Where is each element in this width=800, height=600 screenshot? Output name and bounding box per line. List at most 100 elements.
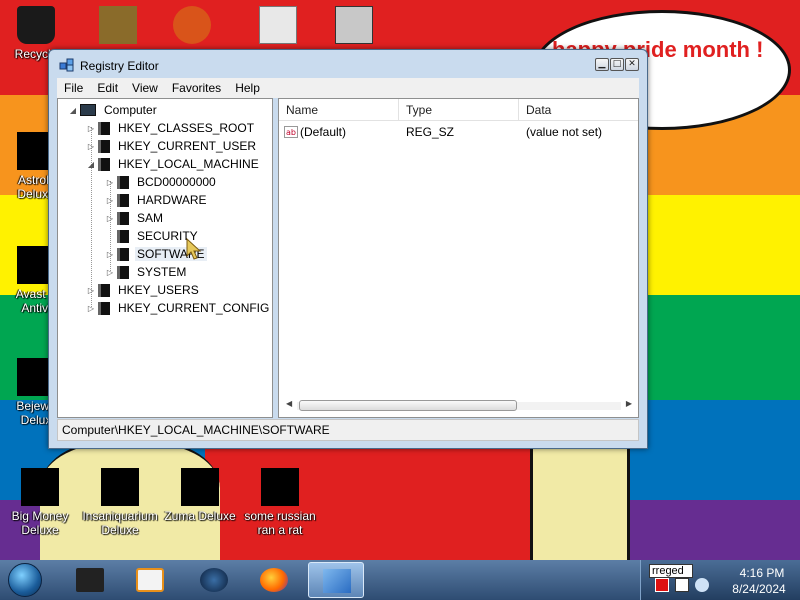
collapse-arrow-icon[interactable]: ◢ <box>86 160 96 169</box>
registry-key-icon <box>117 175 129 189</box>
tree-item-bcd[interactable]: ▷ BCD00000000 <box>105 173 218 191</box>
registry-key-icon <box>98 139 110 153</box>
expand-arrow-icon[interactable]: ▷ <box>105 196 115 205</box>
desktop-icon-top-2[interactable] <box>82 6 154 47</box>
scroll-left-arrow-icon[interactable]: ◀ <box>286 399 292 408</box>
status-bar-path: Computer\HKEY_LOCAL_MACHINE\SOFTWARE <box>57 419 639 441</box>
menu-edit[interactable]: Edit <box>90 81 125 95</box>
media-player-icon <box>136 568 164 592</box>
document-icon <box>261 468 299 506</box>
scroll-right-arrow-icon[interactable]: ▶ <box>626 399 632 408</box>
red-flag-icon[interactable] <box>655 578 669 592</box>
desktop-icon-top-3[interactable] <box>156 6 228 47</box>
expand-arrow-icon[interactable]: ▷ <box>86 142 96 151</box>
tree-item-label: HKEY_CLASSES_ROOT <box>118 121 255 135</box>
taskbar-button-globe[interactable] <box>186 562 242 598</box>
registry-key-icon <box>117 247 129 261</box>
registry-tree[interactable]: ◢ Computer ▷ HKEY_CLASSES_ROOT ▷ HKEY_CU… <box>57 98 273 418</box>
tree-item-label: HKEY_LOCAL_MACHINE <box>118 157 259 171</box>
expand-arrow-icon[interactable]: ▷ <box>86 304 96 313</box>
minimize-button[interactable]: ▁ <box>595 58 609 71</box>
window-title: Registry Editor <box>80 59 159 73</box>
tree-item-label: HKEY_USERS <box>118 283 199 297</box>
expand-arrow-icon[interactable]: ▷ <box>86 124 96 133</box>
expand-arrow-icon[interactable]: ▷ <box>105 268 115 277</box>
desktop-icon-label: Big Money Deluxe <box>11 509 69 537</box>
start-button[interactable] <box>8 563 42 597</box>
value-name: (Default) <box>300 125 347 139</box>
values-list[interactable]: Name Type Data ab (Default) REG_SZ (valu… <box>278 98 639 418</box>
menu-help[interactable]: Help <box>228 81 267 95</box>
globe-icon <box>200 568 228 592</box>
tree-item-label: HARDWARE <box>137 193 207 207</box>
taskbar: rreged 4:16 PM 8/24/2024 <box>0 560 800 600</box>
tree-item-computer[interactable]: ◢ Computer <box>68 101 159 119</box>
tree-item-hardware[interactable]: ▷ HARDWARE <box>105 191 209 209</box>
registry-key-icon <box>98 121 110 135</box>
collapse-arrow-icon[interactable]: ◢ <box>68 106 78 115</box>
tree-item-label: HKEY_CURRENT_CONFIG <box>118 301 270 315</box>
value-name-cell: ab (Default) <box>279 125 399 139</box>
registry-editor-window[interactable]: Registry Editor ▁ □ ✕ File Edit View Fav… <box>48 49 648 449</box>
clock-date[interactable]: 8/24/2024 <box>721 582 797 596</box>
list-header: Name Type Data <box>279 99 638 121</box>
system-tray: rreged 4:16 PM 8/24/2024 <box>640 560 800 600</box>
taskbar-button-media-player[interactable] <box>122 562 178 598</box>
firefox-icon <box>260 568 288 592</box>
registry-key-icon <box>117 265 129 279</box>
expand-arrow-icon[interactable]: ▷ <box>105 250 115 259</box>
taskbar-button-explorer[interactable] <box>62 562 118 598</box>
tree-item-hkey-classes-root[interactable]: ▷ HKEY_CLASSES_ROOT <box>86 119 256 137</box>
menu-file[interactable]: File <box>57 81 90 95</box>
regedit-icon <box>323 569 351 593</box>
column-header-name[interactable]: Name <box>279 99 399 121</box>
zuma-icon <box>181 468 219 506</box>
desktop-icon-label: Insaniquarium Deluxe <box>82 509 158 537</box>
list-item[interactable]: ab (Default) REG_SZ (value not set) <box>279 123 638 141</box>
desktop-icon-label: some russian ran a rat <box>244 509 316 537</box>
desktop-icon-label: Zuma Deluxe <box>164 509 236 523</box>
desktop-icon-rat-document[interactable]: some russian ran a rat <box>240 468 320 537</box>
desktop-icon-big-money[interactable]: Big Money Deluxe <box>4 468 76 537</box>
clock-time[interactable]: 4:16 PM <box>727 566 797 580</box>
scrollbar-thumb[interactable] <box>299 400 517 411</box>
expand-arrow-icon[interactable]: ▷ <box>105 178 115 187</box>
horizontal-scrollbar[interactable]: ◀ ▶ <box>285 397 633 413</box>
window-controls: ▁ □ ✕ <box>595 58 639 71</box>
volume-icon[interactable] <box>695 578 709 592</box>
close-button[interactable]: ✕ <box>625 58 639 71</box>
game-icon <box>99 6 137 44</box>
tree-item-hkey-current-user[interactable]: ▷ HKEY_CURRENT_USER <box>86 137 258 155</box>
registry-key-icon <box>98 283 110 297</box>
app-icon <box>173 6 211 44</box>
desktop-icon-top-5[interactable] <box>318 6 390 47</box>
tree-item-label: HKEY_CURRENT_USER <box>118 139 257 153</box>
tree-item-hkey-local-machine[interactable]: ◢ HKEY_LOCAL_MACHINE <box>86 155 261 173</box>
tree-item-label: SAM <box>137 211 164 225</box>
desktop-icon-zuma[interactable]: Zuma Deluxe <box>164 468 236 523</box>
column-header-data[interactable]: Data <box>519 99 638 121</box>
tree-item-system[interactable]: ▷ SYSTEM <box>105 263 188 281</box>
tray-tooltip: rreged <box>649 564 693 578</box>
tree-item-hkey-current-config[interactable]: ▷ HKEY_CURRENT_CONFIG <box>86 299 271 317</box>
expand-arrow-icon[interactable]: ▷ <box>105 214 115 223</box>
tree-item-sam[interactable]: ▷ SAM <box>105 209 165 227</box>
network-icon[interactable] <box>675 578 689 592</box>
maximize-button[interactable]: □ <box>610 58 624 71</box>
computer-icon <box>80 104 96 116</box>
taskbar-button-regedit[interactable] <box>308 562 364 598</box>
menu-favorites[interactable]: Favorites <box>165 81 228 95</box>
column-header-type[interactable]: Type <box>399 99 519 121</box>
tree-item-hkey-users[interactable]: ▷ HKEY_USERS <box>86 281 201 299</box>
desktop-icon-insaniquarium[interactable]: Insaniquarium Deluxe <box>80 468 160 537</box>
mouse-cursor-icon <box>186 238 202 260</box>
menu-view[interactable]: View <box>125 81 165 95</box>
regedit-icon <box>59 58 74 72</box>
tree-item-label: BCD00000000 <box>137 175 216 189</box>
title-bar[interactable]: Registry Editor ▁ □ ✕ <box>49 50 647 78</box>
windows-explorer-icon <box>76 568 104 592</box>
desktop-icon-top-4[interactable] <box>242 6 314 47</box>
taskbar-button-firefox[interactable] <box>246 562 302 598</box>
expand-arrow-icon[interactable]: ▷ <box>86 286 96 295</box>
value-type: REG_SZ <box>406 125 455 139</box>
